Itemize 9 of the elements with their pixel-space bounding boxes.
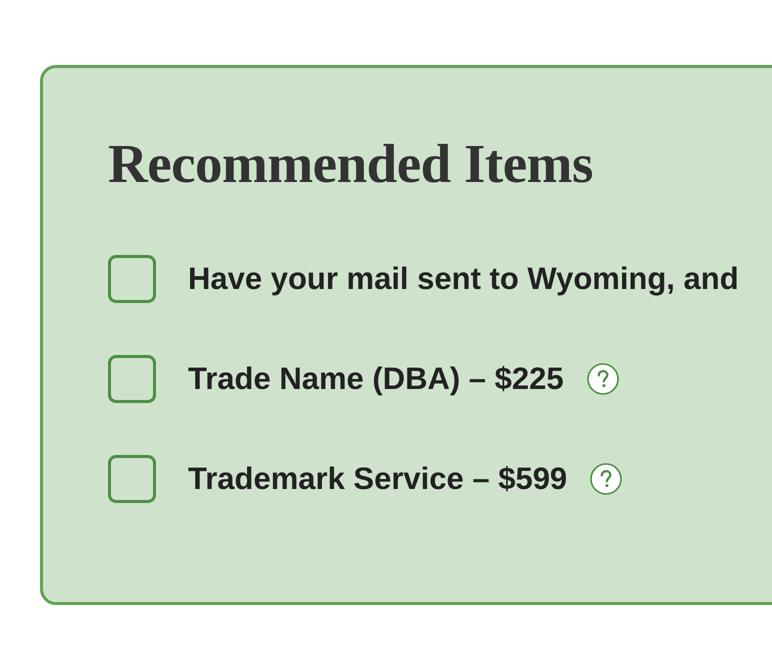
help-icon[interactable] (586, 363, 619, 395)
checkbox[interactable] (108, 255, 156, 303)
checkbox[interactable] (108, 355, 156, 403)
help-icon[interactable] (590, 463, 622, 495)
item-label: Trademark Service – $599 (188, 461, 568, 497)
item-label: Have your mail sent to Wyoming, and (188, 261, 739, 297)
checkbox[interactable] (108, 455, 156, 503)
item-label: Trade Name (DBA) – $225 (188, 361, 564, 397)
card-title: Recommended Items (108, 132, 594, 196)
